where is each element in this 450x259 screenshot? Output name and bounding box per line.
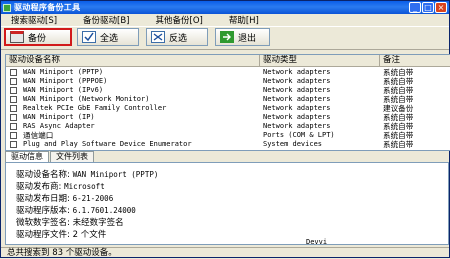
tab-file-list[interactable]: 文件列表: [50, 151, 94, 162]
menu-bar: 搜索驱动[S] 备份驱动[B] 其他备份[O] 帮助[H]: [1, 14, 449, 26]
exit-label: 退出: [238, 33, 257, 44]
list-header: 驱动设备名称 驱动类型 备注: [6, 55, 450, 67]
table-row[interactable]: Plug and Play Software Device Enumerator…: [6, 139, 450, 149]
row-checkbox[interactable]: [10, 86, 17, 94]
detail-publisher: 驱动发布商: Microsoft: [16, 180, 105, 192]
maximize-button[interactable]: □: [422, 2, 434, 13]
exit-icon: [220, 31, 234, 43]
column-driver-type[interactable]: 驱动类型: [260, 55, 380, 66]
menu-backup-driver[interactable]: 备份驱动[B]: [83, 14, 129, 26]
toolbar: 备份 全选 反选 退出: [1, 26, 449, 50]
row-driver-type: System devices: [263, 140, 323, 148]
row-driver-type: Ports (COM & LPT): [263, 131, 335, 139]
window-title: 驱动程序备份工具: [14, 3, 81, 12]
row-device-name: Realtek PCIe GbE Family Controller: [23, 104, 167, 112]
backup-icon: [10, 31, 24, 43]
row-driver-type: Network adapters: [263, 95, 331, 103]
row-device-name: WAN Miniport (IP): [23, 113, 95, 121]
exit-button[interactable]: 退出: [215, 28, 270, 46]
driver-detail-panel: 驱动设备名称: WAN Miniport (PPTP) 驱动发布商: Micro…: [5, 162, 449, 246]
invert-label: 反选: [169, 33, 188, 44]
row-device-name: WAN Miniport (Network Monitor): [23, 95, 150, 103]
backup-label: 备份: [28, 33, 47, 44]
close-button[interactable]: ×: [435, 2, 447, 13]
menu-help[interactable]: 帮助[H]: [229, 14, 259, 26]
row-driver-type: Network adapters: [263, 68, 331, 76]
menu-other-backup[interactable]: 其他备份[O]: [156, 14, 203, 26]
detail-value: 2 个文件: [72, 230, 107, 240]
author-credit: Devvi: [306, 238, 328, 246]
status-text: 总共搜索到 83 个驱动设备。: [7, 248, 117, 258]
minimize-button[interactable]: _: [409, 2, 421, 13]
title-bar: 驱动程序备份工具 _ □ ×: [1, 1, 449, 14]
row-driver-type: Network adapters: [263, 86, 331, 94]
detail-files: 驱动程序文件: 2 个文件: [16, 228, 106, 240]
detail-value: 未经数字签名: [72, 218, 124, 228]
row-note: 系统自带: [383, 139, 414, 149]
row-checkbox[interactable]: [10, 131, 17, 139]
detail-date: 驱动发布日期: 6-21-2006: [16, 192, 113, 204]
detail-label: 驱动发布商:: [16, 182, 62, 192]
detail-value: WAN Miniport (PPTP): [72, 170, 159, 179]
row-checkbox[interactable]: [10, 140, 17, 148]
status-bar: 总共搜索到 83 个驱动设备。: [1, 247, 449, 259]
check-icon: [82, 31, 96, 43]
detail-label: 驱动设备名称:: [16, 170, 70, 180]
detail-value: Microsoft: [64, 182, 105, 191]
row-device-name: Plug and Play Software Device Enumerator: [23, 140, 192, 148]
detail-label: 驱动程序版本:: [16, 206, 70, 216]
row-device-name: WAN Miniport (IPv6): [23, 86, 104, 94]
detail-value: 6.1.7601.24000: [72, 206, 136, 215]
detail-signature: 微软数字签名: 未经数字签名: [16, 216, 124, 228]
row-checkbox[interactable]: [10, 68, 17, 76]
detail-value: 6-21-2006: [72, 194, 114, 203]
invert-icon: [151, 31, 165, 43]
driver-list[interactable]: 驱动设备名称 驱动类型 备注 WAN Miniport (PPTP) Netwo…: [5, 54, 450, 151]
detail-version: 驱动程序版本: 6.1.7601.24000: [16, 204, 136, 216]
row-driver-type: Network adapters: [263, 104, 331, 112]
detail-label: 微软数字签名:: [16, 218, 70, 228]
menu-search-driver[interactable]: 搜索驱动[S]: [11, 14, 57, 26]
column-note[interactable]: 备注: [380, 55, 450, 66]
row-driver-type: Network adapters: [263, 77, 331, 85]
select-all-label: 全选: [100, 33, 119, 44]
row-driver-type: Network adapters: [263, 113, 331, 121]
invert-selection-button[interactable]: 反选: [146, 28, 208, 46]
detail-device-name: 驱动设备名称: WAN Miniport (PPTP): [16, 168, 158, 180]
row-device-name: WAN Miniport (PPPOE): [23, 77, 108, 85]
row-checkbox[interactable]: [10, 77, 17, 85]
app-window: 驱动程序备份工具 _ □ × 搜索驱动[S] 备份驱动[B] 其他备份[O] 帮…: [0, 0, 450, 258]
row-checkbox[interactable]: [10, 104, 17, 112]
row-checkbox[interactable]: [10, 113, 17, 121]
column-device-name[interactable]: 驱动设备名称: [6, 55, 260, 66]
row-checkbox[interactable]: [10, 122, 17, 130]
backup-button[interactable]: 备份: [4, 28, 72, 46]
detail-label: 驱动发布日期:: [16, 194, 70, 204]
row-checkbox[interactable]: [10, 95, 17, 103]
app-icon: [3, 3, 11, 12]
detail-label: 驱动程序文件:: [16, 230, 70, 240]
row-device-name: WAN Miniport (PPTP): [23, 68, 104, 76]
select-all-button[interactable]: 全选: [77, 28, 139, 46]
detail-tabs: 驱动信息 文件列表: [5, 151, 95, 163]
row-driver-type: Network adapters: [263, 122, 331, 130]
